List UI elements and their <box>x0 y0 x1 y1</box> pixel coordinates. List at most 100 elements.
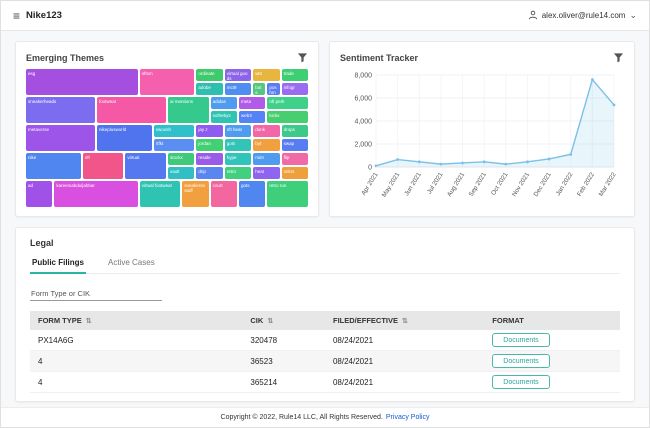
treemap-tile[interactable]: sneakersnstuff <box>182 181 208 207</box>
treemap-tile[interactable]: drip <box>196 167 222 179</box>
treemap-tile[interactable]: rtfkt <box>154 139 195 151</box>
treemap-tile[interactable]: swoosh <box>154 125 195 137</box>
treemap-tile[interactable]: nike <box>26 153 81 179</box>
treemap-tile[interactable]: virtual footwear <box>140 181 181 207</box>
treemap-tile[interactable]: retro run <box>267 181 308 207</box>
documents-button[interactable]: Documents <box>492 354 549 368</box>
svg-text:0: 0 <box>368 165 372 172</box>
treemap-tile[interactable]: infogr <box>282 83 308 95</box>
cell-format: Documents <box>484 372 620 393</box>
legal-title: Legal <box>30 238 620 248</box>
treemap-tile[interactable]: swap <box>282 139 308 151</box>
treemap-tile[interactable]: kicks <box>267 111 308 123</box>
treemap-tile[interactable]: flip <box>282 153 308 165</box>
treemap-tile[interactable]: nft heat <box>225 125 251 137</box>
treemap-tile[interactable]: jay z <box>196 125 222 137</box>
sort-icon[interactable]: ⇅ <box>267 318 273 325</box>
treemap-tile[interactable]: footwear <box>97 97 166 123</box>
treemap-tile[interactable]: resale <box>196 153 222 165</box>
treemap-tile[interactable]: vault <box>168 167 194 179</box>
svg-text:6,000: 6,000 <box>354 96 372 103</box>
top-bar: ≡ Nike123 alex.oliver@rule14.com ⌄ <box>1 1 649 31</box>
treemap-tile[interactable]: gots <box>225 139 251 151</box>
menu-icon[interactable]: ≡ <box>13 10 20 22</box>
user-menu[interactable]: alex.oliver@rule14.com ⌄ <box>528 10 637 22</box>
svg-text:4,000: 4,000 <box>354 119 372 126</box>
treemap-tile[interactable]: virtual <box>125 153 166 179</box>
filter-icon[interactable] <box>297 52 308 63</box>
filter-icon[interactable] <box>613 52 624 63</box>
cell-format: Documents <box>484 351 620 372</box>
cell-filed-effective: 08/24/2021 <box>325 372 484 393</box>
cell-cik: 36523 <box>242 351 325 372</box>
treemap-tile[interactable]: jordan <box>196 139 222 151</box>
treemap-tile[interactable]: adobe <box>196 83 222 95</box>
treemap-tile[interactable]: mct9 <box>225 83 251 95</box>
svg-text:Apr 2021: Apr 2021 <box>360 171 380 197</box>
treemap-tile[interactable]: ordinate <box>196 69 222 81</box>
treemap-tile[interactable]: bots <box>253 83 265 95</box>
treemap-tile[interactable]: nftsm <box>140 69 195 95</box>
svg-text:8,000: 8,000 <box>354 73 372 80</box>
brand-title: Nike123 <box>26 10 62 21</box>
column-header[interactable]: FORM TYPE⇅ <box>30 311 242 330</box>
documents-button[interactable]: Documents <box>492 333 549 347</box>
treemap-tile[interactable]: dunk <box>253 125 279 137</box>
table-row: 43652308/24/2021 Documents <box>30 351 620 372</box>
brand-wrap: ≡ Nike123 <box>13 10 62 22</box>
cell-form-type: 4 <box>30 351 242 372</box>
treemap-tile[interactable]: nft perk <box>267 97 308 109</box>
main-content: Emerging Themes esgnftsmordinatevirtual … <box>1 31 649 402</box>
column-header[interactable]: CIK⇅ <box>242 311 325 330</box>
user-icon <box>528 10 538 22</box>
chevron-down-icon: ⌄ <box>629 13 637 18</box>
treemap-tile[interactable]: sothebys <box>211 111 237 123</box>
sentiment-chart: 02,0004,0006,0008,000Apr 2021May 2021Jun… <box>340 69 624 209</box>
treemap-tile[interactable]: wts <box>253 69 279 81</box>
treemap-tile[interactable]: sneakerheads <box>26 97 95 123</box>
treemap-tile[interactable]: metaverse <box>26 125 95 151</box>
cell-filed-effective: 08/24/2021 <box>325 351 484 372</box>
legal-tabs: Public Filings Active Cases <box>30 256 620 274</box>
treemap-tile[interactable]: ai mentions <box>168 97 209 123</box>
treemap-tile[interactable]: poshmark <box>267 83 279 95</box>
treemap-tile[interactable]: nft <box>83 153 124 179</box>
filings-table: FORM TYPE⇅CIK⇅FILED/EFFECTIVE⇅FORMAT PX1… <box>30 311 620 393</box>
emerging-themes-card: Emerging Themes esgnftsmordinatevirtual … <box>15 41 319 217</box>
treemap-tile[interactable]: nikeplusworld <box>97 125 152 151</box>
treemap-tile[interactable]: drops <box>282 125 308 137</box>
treemap-tile[interactable]: byt <box>253 139 279 151</box>
tab-public-filings[interactable]: Public Filings <box>30 256 86 274</box>
column-header[interactable]: FILED/EFFECTIVE⇅ <box>325 311 484 330</box>
documents-button[interactable]: Documents <box>492 375 549 389</box>
treemap-tile[interactable]: heat <box>253 167 279 179</box>
legal-card: Legal Public Filings Active Cases FORM T… <box>15 227 635 402</box>
privacy-policy-link[interactable]: Privacy Policy <box>386 414 430 421</box>
treemap-tile[interactable]: gots <box>239 181 265 207</box>
sort-icon[interactable]: ⇅ <box>86 318 92 325</box>
treemap-tile[interactable]: stockx <box>168 153 194 165</box>
treemap-tile[interactable]: mint <box>253 153 279 165</box>
tab-active-cases[interactable]: Active Cases <box>106 256 157 273</box>
treemap-tile[interactable]: esg <box>26 69 138 95</box>
treemap-tile[interactable]: trade <box>282 69 308 81</box>
svg-text:2,000: 2,000 <box>354 142 372 149</box>
treemap-tile[interactable]: court <box>211 181 237 207</box>
treemap-tile[interactable]: meta <box>239 97 265 109</box>
footer: Copyright © 2022, Rule14 LLC, All Rights… <box>1 407 649 427</box>
svg-text:Aug 2021: Aug 2021 <box>446 171 466 198</box>
treemap-tile[interactable]: adidas <box>211 97 237 109</box>
treemap-tile[interactable]: web3 <box>239 111 265 123</box>
svg-text:Nov 2021: Nov 2021 <box>511 171 531 198</box>
treemap-tile[interactable]: ad <box>26 181 52 207</box>
treemap-tile[interactable]: retro <box>225 167 251 179</box>
svg-text:Mar 2022: Mar 2022 <box>598 171 618 198</box>
form-type-cik-input[interactable] <box>30 287 162 301</box>
treemap-tile[interactable]: snkrs <box>282 167 308 179</box>
sort-icon[interactable]: ⇅ <box>402 318 408 325</box>
treemap-tile[interactable]: kareemabduljabbar <box>54 181 137 207</box>
treemap-tile[interactable]: virtual goods <box>225 69 251 81</box>
treemap-tile[interactable]: hype <box>225 153 251 165</box>
svg-text:Jun 2021: Jun 2021 <box>403 171 423 197</box>
svg-text:Jul 2021: Jul 2021 <box>426 171 445 195</box>
